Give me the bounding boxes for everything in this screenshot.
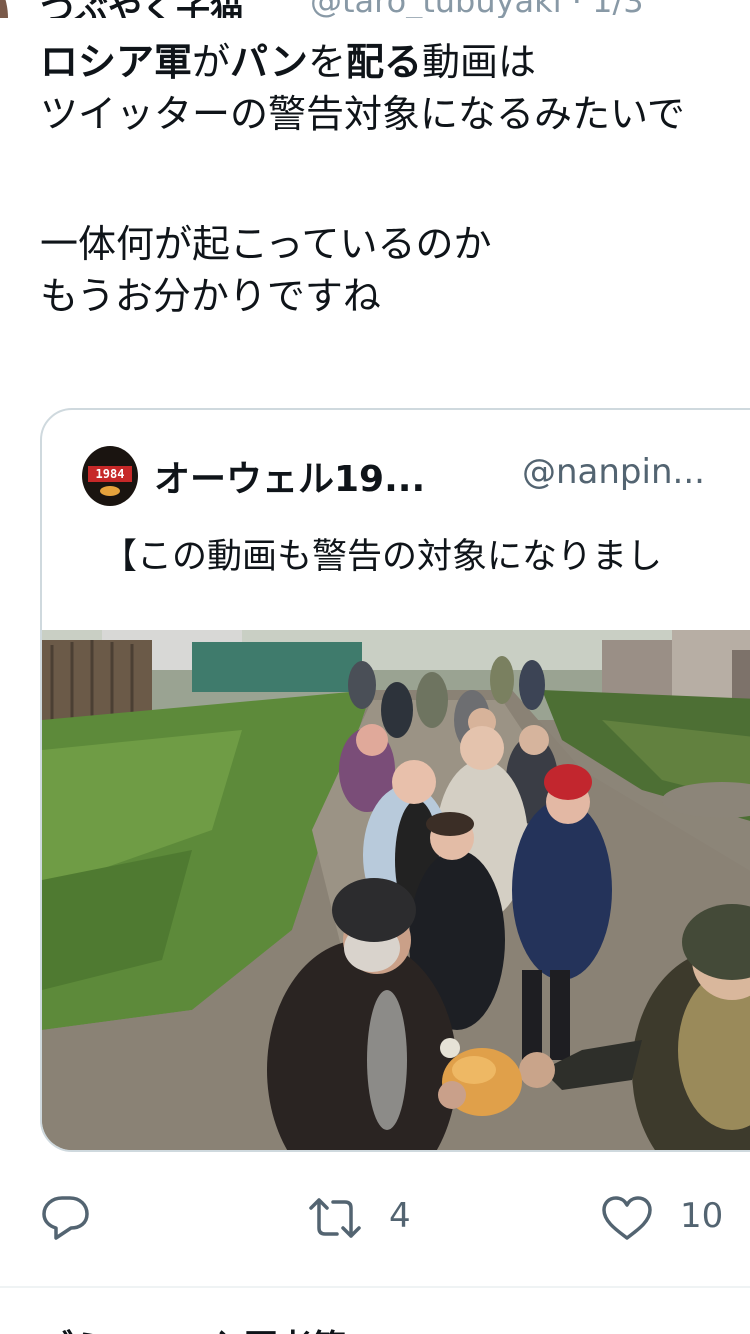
tweet-line-2: ツイッターの警告対象になるみたいで bbox=[40, 92, 685, 136]
quoted-avatar: 1984 bbox=[82, 446, 138, 506]
author-handle[interactable]: @taro_tubuyaki · 1/3 bbox=[310, 0, 644, 18]
like-button[interactable]: 10 bbox=[600, 1188, 750, 1248]
tweet-action-bar: 4 10 bbox=[0, 1188, 750, 1248]
quoted-tweet-text: 【この動画も警告の対象になりまし bbox=[102, 537, 663, 577]
tweet-line-1-segment: 配る bbox=[345, 40, 422, 84]
avatar[interactable] bbox=[0, 0, 8, 18]
reply-icon bbox=[42, 1196, 89, 1240]
quoted-tweet-header: 1984 オーウェル19... @nanpin... · bbox=[82, 446, 750, 508]
tweet-line-1-segment: パン bbox=[230, 40, 308, 84]
retweet-icon bbox=[309, 1198, 361, 1238]
tweet-line-1-segment: を bbox=[307, 40, 346, 84]
retweet-button[interactable]: 4 bbox=[305, 1188, 425, 1248]
tweet-line-4: もうお分かりですね bbox=[40, 274, 381, 318]
tweet-body: ロシア軍がパンを配る動画は ツイッターの警告対象になるみたいで 一体何が起こって… bbox=[40, 36, 750, 322]
author-name[interactable]: つぶやく子猫 bbox=[40, 0, 244, 18]
reply-button[interactable] bbox=[40, 1188, 100, 1248]
quoted-avatar-logo-text: 1984 bbox=[88, 466, 132, 482]
tweet-line-1-segment: ロシア軍 bbox=[40, 40, 193, 84]
tweet-divider bbox=[0, 1286, 750, 1288]
tweet-line-3: 一体何が起こっているのか bbox=[40, 222, 492, 266]
tweet-line-1-segment: が bbox=[192, 40, 231, 84]
street-scene-illustration bbox=[42, 630, 750, 1150]
tweet-header: つぶやく子猫 @taro_tubuyaki · 1/3 bbox=[0, 0, 750, 18]
tweet-line-1-segment: 動画は bbox=[421, 40, 536, 84]
heart-icon bbox=[602, 1196, 652, 1240]
tweet-screen: つぶやく子猫 @taro_tubuyaki · 1/3 ロシア軍がパンを配る動画… bbox=[0, 0, 750, 1334]
tweet-line-1: ロシア軍がパンを配る動画は bbox=[40, 36, 750, 88]
quoted-tweet-card[interactable]: 1984 オーウェル19... @nanpin... · 【この動画も警告の対象… bbox=[40, 408, 750, 1152]
retweet-count: 4 bbox=[389, 1196, 411, 1236]
like-count: 10 bbox=[680, 1196, 724, 1236]
next-tweet-preview[interactable]: ゴミ・・・入国者等 bbox=[40, 1320, 750, 1334]
quoted-tweet-image[interactable] bbox=[42, 630, 750, 1150]
quoted-author-handle: @nanpin... bbox=[522, 452, 705, 492]
quoted-author-name: オーウェル19... bbox=[154, 459, 426, 500]
